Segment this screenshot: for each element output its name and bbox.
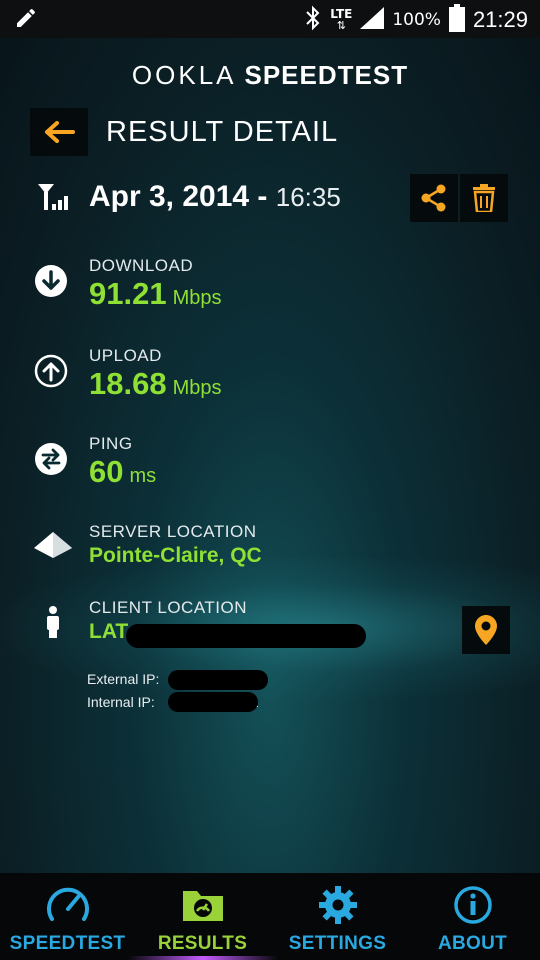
trash-icon	[473, 184, 495, 212]
speedometer-icon	[46, 885, 90, 929]
upload-metric: UPLOAD 18.68 Mbps	[34, 346, 514, 406]
date-separator: -	[249, 180, 276, 213]
internal-ip-label: Internal IP:	[87, 694, 155, 710]
share-button[interactable]	[410, 174, 458, 222]
download-arrow-icon	[34, 264, 68, 302]
download-value: 91.21 Mbps	[89, 276, 222, 311]
server-location-metric: SERVER LOCATION Pointe-Claire, QC	[34, 522, 514, 578]
back-button[interactable]	[30, 108, 88, 156]
ping-value: 60 ms	[89, 454, 157, 489]
brand-logo: OOKLA SPEEDTEST	[0, 60, 540, 91]
nav-settings-label: SETTINGS	[288, 933, 387, 954]
info-icon	[453, 885, 493, 929]
edit-notification-icon	[14, 6, 38, 36]
delete-button[interactable]	[460, 174, 508, 222]
page-title: RESULT DETAIL	[106, 116, 339, 148]
external-ip-label: External IP:	[87, 671, 160, 687]
lte-indicator: LTE ⇅	[330, 7, 353, 32]
redaction-mark	[168, 670, 268, 690]
nav-speedtest-label: SPEEDTEST	[9, 933, 126, 954]
battery-percent: 100%	[392, 10, 441, 30]
client-location-label: CLIENT LOCATION	[89, 598, 248, 617]
redaction-mark	[168, 692, 258, 712]
arrow-left-icon	[45, 121, 75, 143]
upload-arrow-icon	[34, 354, 68, 392]
result-date-row: Apr 3, 2014 - 16:35	[36, 174, 516, 224]
upload-value: 18.68 Mbps	[89, 366, 222, 401]
nav-about-label: ABOUT	[437, 933, 508, 954]
client-location-metric: CLIENT LOCATION LAT	[34, 598, 514, 658]
nav-results[interactable]: RESULTS	[135, 873, 270, 960]
result-time: 16:35	[275, 182, 341, 212]
upload-label: UPLOAD	[89, 346, 162, 365]
active-tab-indicator	[128, 956, 278, 960]
nav-results-label: RESULTS	[157, 933, 248, 954]
clock: 21:29	[472, 7, 528, 32]
download-metric: DOWNLOAD 91.21 Mbps	[34, 256, 514, 316]
ping-label: PING	[89, 434, 133, 453]
nav-about[interactable]: ABOUT	[405, 873, 540, 960]
map-pin-icon	[475, 615, 497, 645]
ping-metric: PING 60 ms	[34, 434, 514, 494]
ping-exchange-icon	[34, 442, 68, 480]
gear-icon	[318, 885, 358, 929]
share-icon	[421, 184, 446, 212]
bluetooth-icon	[304, 5, 322, 35]
speedtest-logo: SPEEDTEST	[244, 60, 409, 90]
server-location-value: Pointe-Claire, QC	[89, 544, 262, 567]
ookla-logo: OOKLA	[131, 60, 237, 90]
result-detail-screen: OOKLA SPEEDTEST RESULT DETAIL Apr 3, 2014…	[0, 38, 540, 873]
result-datetime: Apr 3, 2014 - 16:35	[89, 180, 341, 214]
server-location-label: SERVER LOCATION	[89, 522, 257, 541]
battery-icon	[448, 4, 465, 36]
result-date: Apr 3, 2014	[89, 180, 250, 213]
map-pin-button[interactable]	[462, 606, 510, 654]
server-pyramid-icon	[34, 532, 72, 562]
redaction-mark	[126, 624, 366, 648]
status-bar: LTE ⇅ 100% 21:29	[0, 0, 540, 38]
results-folder-icon	[181, 885, 225, 927]
nav-speedtest[interactable]: SPEEDTEST	[0, 873, 135, 960]
signal-icon	[360, 7, 385, 33]
bottom-nav: SPEEDTEST RESULTS SETTINGS ABOUT	[0, 873, 540, 960]
connection-type-icon	[36, 182, 72, 216]
download-label: DOWNLOAD	[89, 256, 194, 275]
client-location-value: LAT	[89, 620, 129, 643]
person-icon	[46, 606, 60, 642]
nav-settings[interactable]: SETTINGS	[270, 873, 405, 960]
